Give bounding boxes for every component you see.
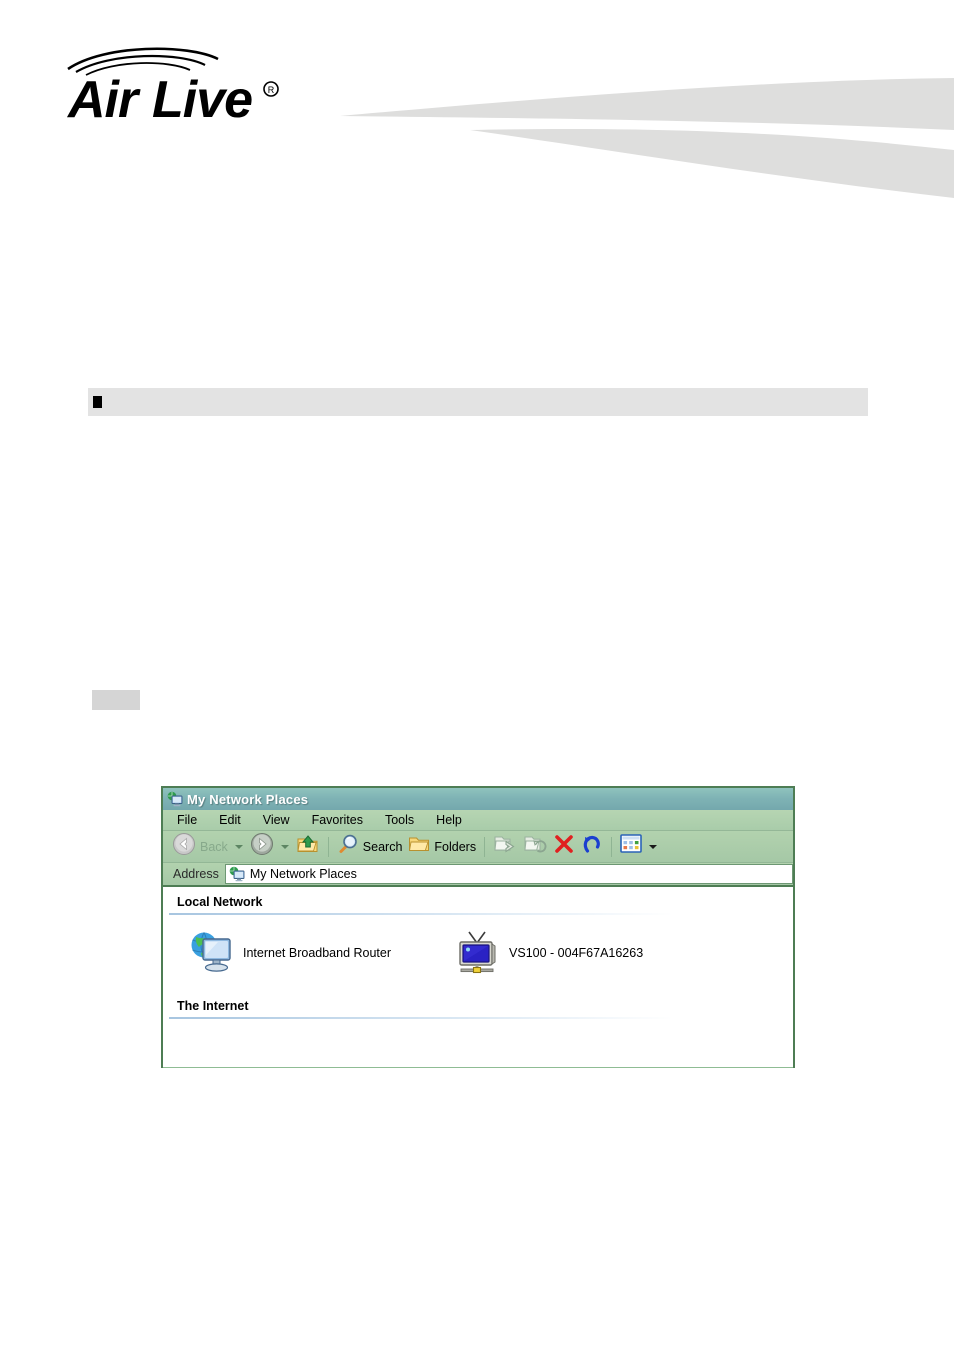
network-places-icon — [167, 791, 183, 807]
magnifier-icon — [337, 833, 359, 860]
menu-item-tools[interactable]: Tools — [385, 813, 414, 827]
up-folder-icon — [296, 832, 320, 861]
address-input-value: My Network Places — [249, 867, 357, 881]
toolbar: Back Search Folders — [163, 831, 793, 863]
address-bar: Address My Network Places — [163, 863, 793, 887]
menu-item-view[interactable]: View — [263, 813, 290, 827]
list-item-internet-broadband-router[interactable]: Internet Broadband Router — [187, 929, 391, 977]
copy-to-folder-button[interactable] — [520, 834, 550, 860]
toolbar-separator — [327, 836, 329, 857]
square-bullet-icon — [93, 396, 102, 408]
undo-button[interactable] — [578, 834, 606, 860]
up-button[interactable] — [293, 834, 323, 860]
svg-text:Live: Live — [152, 71, 252, 129]
move-to-folder-icon — [493, 832, 517, 861]
network-items-row: Internet Broadband Router VS100 - 004F67… — [163, 915, 793, 991]
svg-text:R: R — [268, 85, 275, 95]
address-bar-label: Address — [173, 867, 219, 881]
network-places-icon — [229, 866, 245, 882]
folders-button-label: Folders — [434, 839, 477, 854]
search-button-label: Search — [362, 839, 403, 854]
toolbar-separator — [484, 836, 486, 857]
delete-x-icon — [553, 833, 575, 860]
back-button[interactable]: Back — [169, 832, 231, 861]
list-item-label: VS100 - 004F67A16263 — [509, 946, 644, 960]
window-title: My Network Places — [187, 791, 309, 807]
address-input[interactable]: My Network Places — [224, 864, 793, 884]
views-button[interactable] — [617, 834, 645, 860]
airlive-logo: Air Live R — [60, 45, 290, 130]
list-item-label: Internet Broadband Router — [243, 946, 392, 960]
menu-item-favorites[interactable]: Favorites — [312, 813, 363, 827]
menu-item-help[interactable]: Help — [436, 813, 462, 827]
forward-dropdown-chevron-down-icon[interactable] — [280, 844, 289, 849]
move-to-folder-button[interactable] — [490, 834, 520, 860]
content-pane: Local Network Internet Broadband Router … — [163, 887, 793, 1067]
back-dropdown-chevron-down-icon[interactable] — [234, 844, 243, 849]
note-box — [92, 690, 140, 710]
network-camera-tv-icon — [453, 929, 501, 977]
folders-button[interactable]: Folders — [405, 834, 479, 860]
globe-monitor-icon — [187, 929, 235, 977]
views-icon — [620, 834, 642, 859]
copy-to-folder-icon — [523, 832, 547, 861]
group-header-local-network: Local Network — [177, 895, 263, 909]
group-header-the-internet: The Internet — [177, 999, 249, 1013]
forward-arrow-icon — [250, 832, 274, 861]
svg-text:Air: Air — [66, 71, 141, 129]
forward-button[interactable] — [247, 832, 277, 861]
back-arrow-icon — [172, 832, 196, 861]
list-item-vs100[interactable]: VS100 - 004F67A16263 — [453, 929, 643, 977]
header-swoosh-graphic — [340, 78, 954, 198]
delete-button[interactable] — [550, 834, 578, 860]
menu-bar: File Edit View Favorites Tools Help — [163, 810, 793, 831]
undo-arrow-icon — [581, 833, 603, 860]
menu-item-file[interactable]: File — [177, 813, 197, 827]
group-divider — [169, 1017, 673, 1019]
views-dropdown-chevron-down-icon[interactable] — [649, 844, 658, 849]
window-title-bar: My Network Places — [163, 788, 793, 810]
explorer-window: My Network Places File Edit View Favorit… — [161, 786, 795, 1068]
back-button-label: Back — [200, 839, 228, 854]
folder-icon — [408, 833, 430, 860]
page-header: Air Live R — [0, 0, 954, 200]
search-button[interactable]: Search — [334, 834, 406, 860]
note-box-text — [92, 690, 140, 696]
section-heading-bar — [88, 388, 868, 416]
menu-item-edit[interactable]: Edit — [219, 813, 241, 827]
toolbar-separator — [611, 836, 613, 857]
